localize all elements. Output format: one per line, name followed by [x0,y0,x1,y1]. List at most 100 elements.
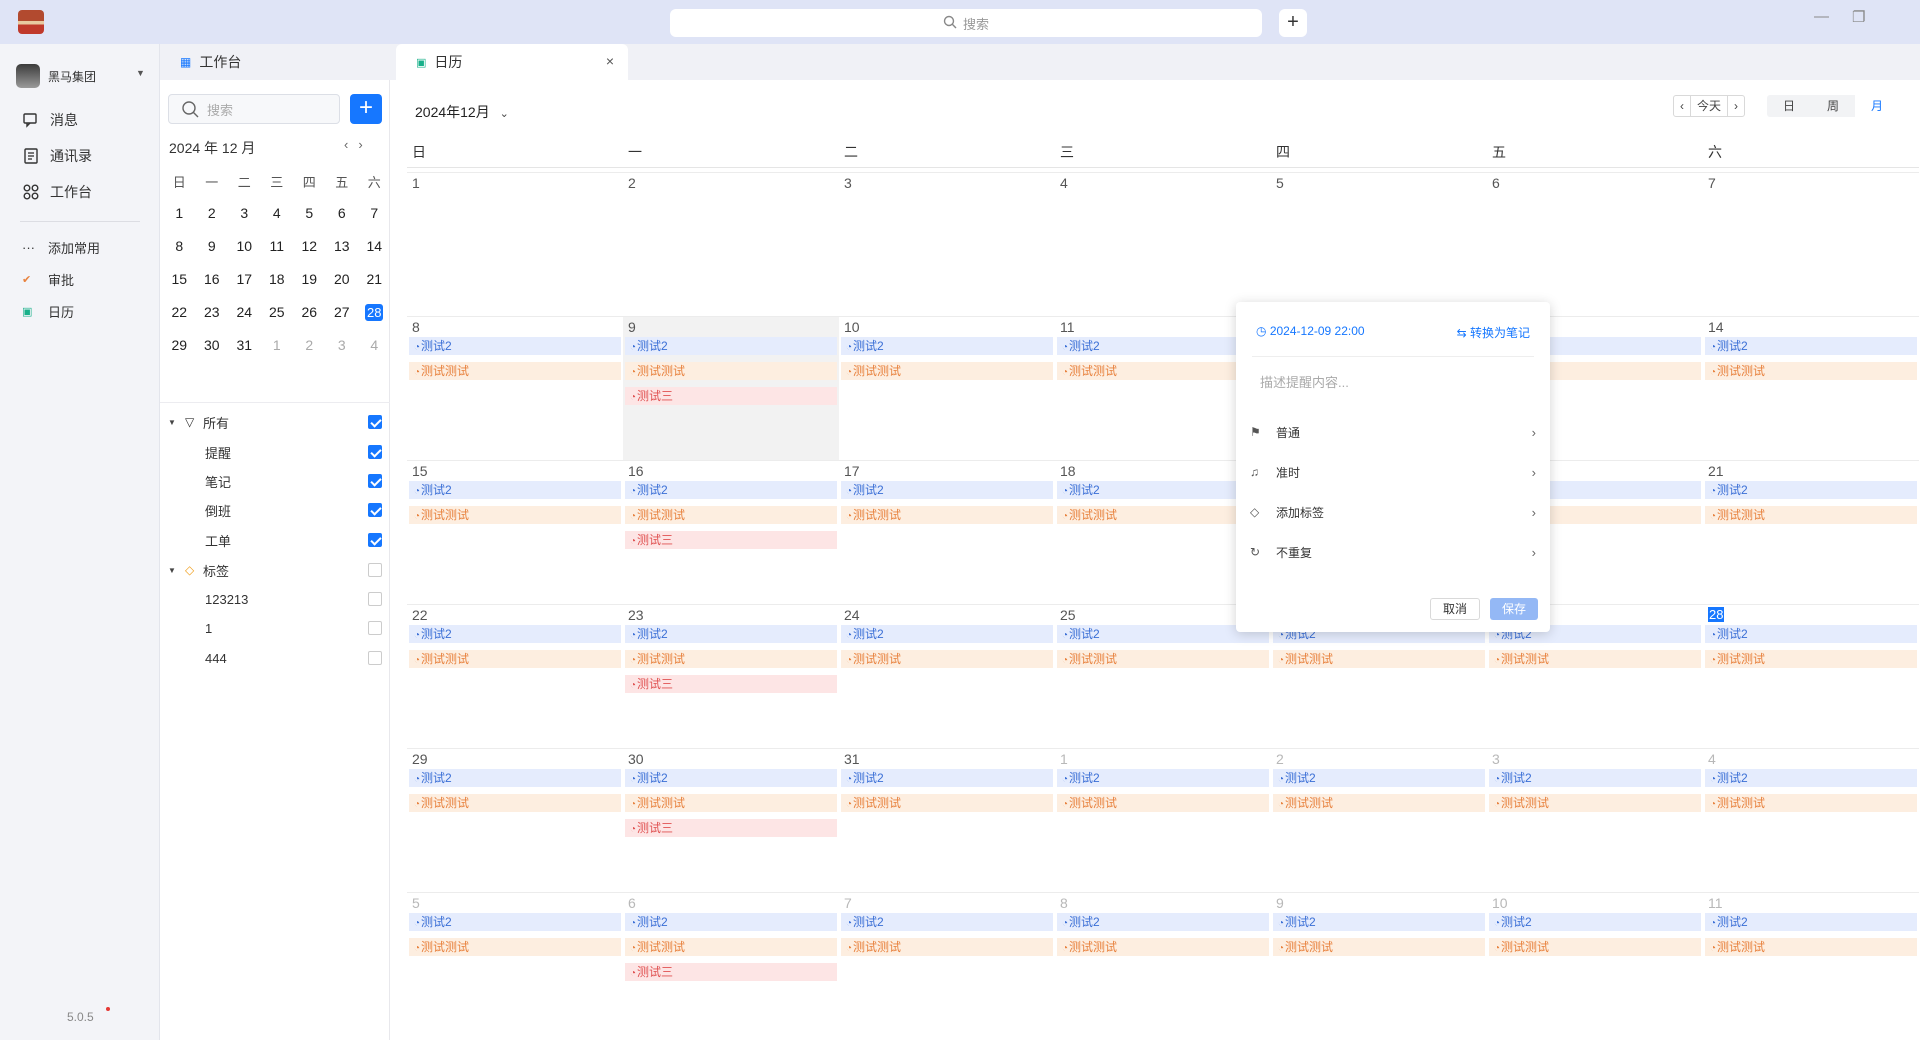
day-cell[interactable]: 11 ◔测试2 ◔测试测试 [1703,892,1919,1036]
event-chip[interactable]: ◔测试2 [1489,769,1701,787]
event-chip[interactable]: ◔测试测试 [841,506,1053,524]
filter-group[interactable]: ▼ ▽ 所有 [160,412,390,432]
event-chip[interactable]: ◔测试2 [841,769,1053,787]
event-chip[interactable]: ◔测试测试 [1705,506,1917,524]
filter-checkbox[interactable] [368,563,382,577]
day-cell[interactable]: 3 [839,172,1055,316]
day-cell[interactable]: 5 ◔测试2 ◔测试测试 [407,892,623,1036]
day-cell[interactable]: 4 ◔测试2 ◔测试测试 [1703,748,1919,892]
convert-to-note-button[interactable]: ⇆ 转换为笔记 [1457,324,1530,341]
global-search-input[interactable]: 搜索 [670,9,1262,37]
filter-checkbox[interactable] [368,621,382,635]
filter-checkbox[interactable] [368,415,382,429]
save-button[interactable]: 保存 [1490,598,1538,620]
event-chip[interactable]: ◔测试2 [841,481,1053,499]
sidebar-search-input[interactable]: 搜索 [168,94,340,124]
popup-option-row[interactable]: ↻ 不重复 › [1250,542,1536,562]
mini-day[interactable]: 31 [228,337,261,377]
event-chip[interactable]: ◔测试三 [625,531,837,549]
event-chip[interactable]: ◔测试2 [409,625,621,643]
filter-checkbox[interactable] [368,533,382,547]
event-chip[interactable]: ◔测试测试 [1057,650,1269,668]
tab-calendar[interactable]: ▣ 日历 × [396,44,628,80]
day-cell[interactable]: 15 ◔测试2 ◔测试测试 [407,460,623,604]
day-cell[interactable]: 23 ◔测试2 ◔测试测试 ◔测试三 [623,604,839,748]
day-cell[interactable]: 21 ◔测试2 ◔测试测试 [1703,460,1919,604]
event-chip[interactable]: ◔测试三 [625,387,837,405]
filter-item[interactable]: 倒班 [160,500,390,520]
event-chip[interactable]: ◔测试2 [1705,337,1917,355]
restore-icon[interactable]: ❐ [1852,8,1865,26]
event-chip[interactable]: ◔测试2 [841,913,1053,931]
day-cell[interactable]: 30 ◔测试2 ◔测试测试 ◔测试三 [623,748,839,892]
filter-checkbox[interactable] [368,651,382,665]
day-cell[interactable]: 9 ◔测试2 ◔测试测试 ◔测试三 [623,316,839,460]
view-month-button[interactable]: 月 [1855,95,1899,117]
filter-checkbox[interactable] [368,474,382,488]
caret-down-icon[interactable]: ▼ [168,566,176,575]
day-cell[interactable]: 17 ◔测试2 ◔测试测试 [839,460,1055,604]
nav-item-add-favorite[interactable]: ··· 添加常用 [22,238,100,257]
day-cell[interactable]: 8 ◔测试2 ◔测试测试 [407,316,623,460]
filter-item[interactable]: 笔记 [160,471,390,491]
filter-group[interactable]: ▼ ◇ 标签 [160,560,390,580]
event-chip[interactable]: ◔测试测试 [1705,794,1917,812]
event-chip[interactable]: ◔测试2 [1705,913,1917,931]
event-chip[interactable]: ◔测试2 [841,625,1053,643]
minimize-icon[interactable]: — [1814,8,1829,25]
popup-option-row[interactable]: ◇ 添加标签 › [1250,502,1536,522]
cancel-button[interactable]: 取消 [1430,598,1480,620]
event-chip[interactable]: ◔测试2 [1705,481,1917,499]
event-chip[interactable]: ◔测试2 [625,769,837,787]
tab-workbench[interactable]: ▦ 工作台 [160,44,390,80]
mini-day[interactable]: 2 [293,337,326,377]
filter-checkbox[interactable] [368,503,382,517]
mini-day[interactable]: 4 [358,337,391,377]
event-chip[interactable]: ◔测试测试 [1489,794,1701,812]
event-chip[interactable]: ◔测试测试 [1489,650,1701,668]
filter-checkbox[interactable] [368,592,382,606]
event-chip[interactable]: ◔测试三 [625,819,837,837]
org-switcher[interactable]: 黑马集团 [16,64,96,88]
day-cell[interactable]: 5 [1271,172,1487,316]
day-cell[interactable]: 10 ◔测试2 ◔测试测试 [839,316,1055,460]
event-chip[interactable]: ◔测试2 [1057,769,1269,787]
event-chip[interactable]: ◔测试测试 [841,650,1053,668]
event-chip[interactable]: ◔测试测试 [1705,362,1917,380]
day-cell[interactable]: 1 ◔测试2 ◔测试测试 [1055,748,1271,892]
mini-day[interactable]: 1 [261,337,294,377]
nav-item-approval[interactable]: ✔ 审批 [22,270,74,289]
event-chip[interactable]: ◔测试测试 [841,938,1053,956]
add-event-button[interactable]: + [350,94,382,124]
event-chip[interactable]: ◔测试测试 [625,650,837,668]
prev-month-button[interactable]: ‹ [1674,96,1690,116]
event-chip[interactable]: ◔测试2 [409,769,621,787]
day-cell[interactable]: 7 [1703,172,1919,316]
event-chip[interactable]: ◔测试测试 [409,362,621,380]
popup-option-row[interactable]: ♫ 准时 › [1250,462,1536,482]
event-chip[interactable]: ◔测试2 [1273,769,1485,787]
event-chip[interactable]: ◔测试2 [409,481,621,499]
event-chip[interactable]: ◔测试2 [625,337,837,355]
event-chip[interactable]: ◔测试2 [1273,913,1485,931]
filter-item[interactable]: 提醒 [160,442,390,462]
event-chip[interactable]: ◔测试测试 [1273,794,1485,812]
event-chip[interactable]: ◔测试测试 [625,938,837,956]
day-cell[interactable]: 24 ◔测试2 ◔测试测试 [839,604,1055,748]
day-cell[interactable]: 9 ◔测试2 ◔测试测试 [1271,892,1487,1036]
day-cell[interactable]: 31 ◔测试2 ◔测试测试 [839,748,1055,892]
day-cell[interactable]: 2 ◔测试2 ◔测试测试 [1271,748,1487,892]
day-cell[interactable]: 4 [1055,172,1271,316]
day-cell[interactable]: 8 ◔测试2 ◔测试测试 [1055,892,1271,1036]
event-chip[interactable]: ◔测试2 [625,625,837,643]
day-cell[interactable]: 22 ◔测试2 ◔测试测试 [407,604,623,748]
nav-item-workbench[interactable]: 工作台 [22,182,92,202]
event-chip[interactable]: ◔测试测试 [1057,938,1269,956]
event-chip[interactable]: ◔测试测试 [625,506,837,524]
chevron-left-icon[interactable]: ‹ [344,137,358,152]
nav-item-calendar[interactable]: ▣ 日历 [22,302,74,321]
filter-checkbox[interactable] [368,445,382,459]
mini-day[interactable]: 3 [326,337,359,377]
day-cell[interactable]: 10 ◔测试2 ◔测试测试 [1487,892,1703,1036]
event-chip[interactable]: ◔测试2 [1705,769,1917,787]
